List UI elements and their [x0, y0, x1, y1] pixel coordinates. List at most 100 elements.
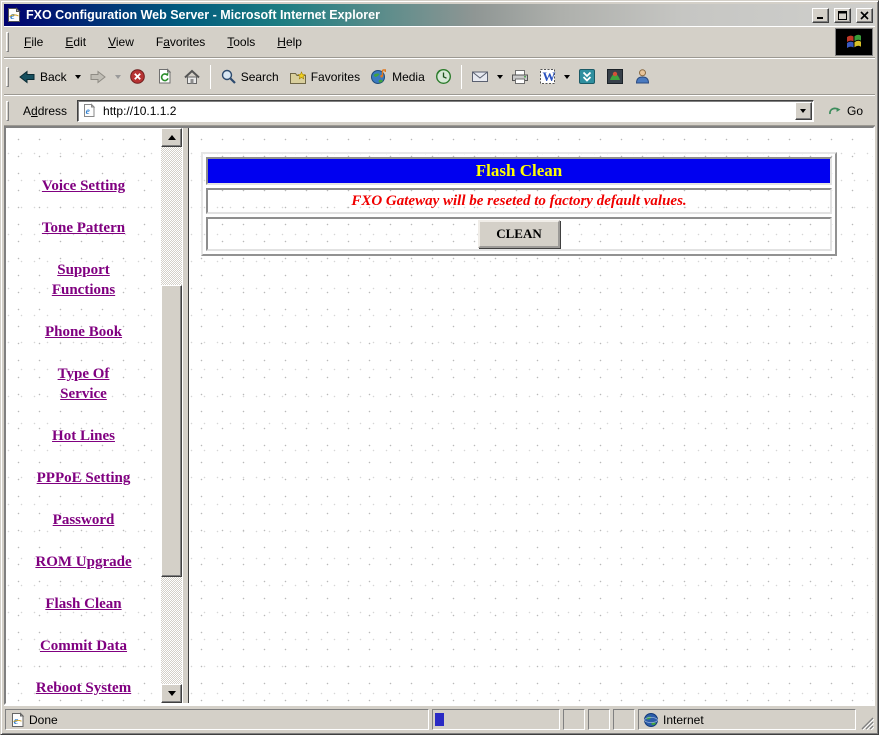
sidebar-nav-item: Flash Clean	[10, 594, 157, 614]
scrollbar-track[interactable]	[161, 147, 182, 684]
mail-dropdown[interactable]	[494, 62, 506, 92]
resize-grip-icon	[861, 717, 874, 730]
sidebar-nav-item: Reboot System	[10, 678, 157, 698]
address-combo: e	[77, 99, 814, 122]
go-button[interactable]: Go	[819, 98, 871, 123]
rebar-grip[interactable]	[6, 66, 9, 87]
home-button[interactable]	[178, 62, 206, 92]
back-button[interactable]: Back	[13, 62, 72, 92]
progress-pane	[432, 709, 560, 730]
scrollbar-thumb[interactable]	[161, 285, 182, 577]
print-button[interactable]	[506, 62, 534, 92]
rebar-grip[interactable]	[6, 32, 9, 52]
panel-warning-text: FXO Gateway will be reseted to factory d…	[206, 188, 832, 214]
home-icon	[184, 69, 200, 84]
windows-flag-icon	[847, 34, 861, 48]
go-label: Go	[846, 103, 863, 118]
forward-arrow-icon	[90, 69, 106, 84]
address-input[interactable]	[101, 101, 790, 120]
search-button[interactable]: Search	[215, 62, 284, 92]
back-dropdown[interactable]	[72, 62, 84, 92]
sidebar-link[interactable]: Flash Clean	[45, 596, 121, 612]
address-bar: Address e Go	[4, 95, 875, 126]
rebar-grip[interactable]	[6, 100, 9, 121]
sidebar-nav-item: Phone Book	[10, 322, 157, 342]
sidebar-nav-item: Support Functions	[10, 260, 157, 300]
sidebar-link[interactable]: ROM Upgrade	[35, 554, 131, 570]
forward-dropdown[interactable]	[112, 62, 124, 92]
menu-item[interactable]: Help	[266, 30, 313, 54]
sidebar-link[interactable]: Voice Setting	[42, 178, 125, 194]
security-zone-pane: Internet	[638, 709, 856, 730]
sidebar-nav-item: PPPoE Setting	[10, 468, 157, 488]
dropdown-arrow-icon	[563, 74, 570, 79]
resize-grip[interactable]	[859, 709, 874, 730]
refresh-icon	[158, 68, 171, 84]
media-button[interactable]: Media	[365, 62, 430, 92]
scroll-down-button[interactable]	[161, 684, 182, 703]
flash-clean-panel: Flash Clean FXO Gateway will be reseted …	[201, 152, 837, 256]
sidebar-link[interactable]: Tone Pattern	[42, 220, 125, 236]
close-icon	[860, 10, 869, 20]
menu-item[interactable]: Tools	[216, 30, 266, 54]
edit-button[interactable]: W	[534, 62, 561, 92]
clean-button[interactable]: CLEAN	[478, 220, 560, 248]
sidebar-link[interactable]: PPPoE Setting	[37, 470, 131, 486]
stop-button[interactable]	[124, 62, 151, 92]
minimize-icon	[817, 16, 823, 19]
menu-item[interactable]: View	[97, 30, 145, 54]
favorites-button[interactable]: Favorites	[284, 62, 365, 92]
dropdown-arrow-icon	[114, 74, 121, 79]
msn-button[interactable]	[601, 62, 629, 92]
address-dropdown-button[interactable]	[794, 101, 812, 120]
minimize-button[interactable]	[812, 7, 829, 23]
mail-button[interactable]	[466, 62, 494, 92]
close-button[interactable]	[856, 7, 873, 23]
favorites-folder-star-icon	[289, 70, 306, 84]
title-bar[interactable]: e FXO Configuration Web Server - Microso…	[4, 4, 875, 26]
sidebar-nav-item: Hot Lines	[10, 426, 157, 446]
page-icon: e	[84, 103, 96, 117]
navigation-frame: Voice Setting Tone Pattern Support Funct…	[6, 128, 182, 703]
sidebar-link[interactable]: Phone Book	[45, 324, 122, 340]
zone-text: Internet	[663, 712, 704, 727]
messenger-button[interactable]	[629, 62, 656, 92]
sidebar-nav-item: Type Of Service	[10, 364, 157, 404]
search-magnifier-icon	[221, 69, 236, 84]
chevron-panel-icon	[578, 69, 595, 84]
status-pane-small	[563, 709, 585, 730]
printer-icon	[511, 69, 528, 84]
status-pane-small	[613, 709, 635, 730]
status-message-pane: e Done	[5, 709, 429, 730]
sidebar-link[interactable]: Commit Data	[40, 638, 127, 654]
search-label: Search	[240, 69, 279, 84]
sidebar-link[interactable]: Hot Lines	[52, 428, 115, 444]
sidebar-scrollbar[interactable]	[161, 128, 182, 703]
window-title: FXO Configuration Web Server - Microsoft…	[26, 8, 380, 22]
menu-item[interactable]: Edit	[54, 30, 97, 54]
media-globe-note-icon	[371, 69, 387, 84]
menu-item[interactable]: File	[13, 30, 54, 54]
sidebar-link[interactable]: Support Functions	[52, 262, 115, 298]
forward-button[interactable]	[84, 62, 112, 92]
sidebar-nav-item: Commit Data	[10, 636, 157, 656]
dropdown-arrow-icon	[496, 74, 503, 79]
maximize-button[interactable]	[834, 7, 851, 23]
back-arrow-icon	[19, 69, 35, 84]
refresh-button[interactable]	[151, 62, 178, 92]
menu-item[interactable]: Favorites	[145, 30, 216, 54]
edit-dropdown[interactable]	[561, 62, 573, 92]
main-frame: Flash Clean FXO Gateway will be reseted …	[189, 128, 873, 703]
stop-icon	[129, 69, 145, 84]
sidebar-link[interactable]: Type Of Service	[58, 366, 110, 402]
status-bar: e Done Internet	[4, 705, 875, 731]
sidebar-link[interactable]: Password	[53, 512, 115, 528]
frame-divider[interactable]	[182, 128, 189, 703]
chevron-panel-button[interactable]	[573, 62, 601, 92]
sidebar-link[interactable]: Reboot System	[36, 680, 131, 696]
history-button[interactable]	[430, 62, 457, 92]
ie-page-icon: e	[8, 7, 21, 22]
toolbar-separator	[209, 64, 211, 89]
history-clock-icon	[435, 68, 451, 85]
scroll-up-button[interactable]	[161, 128, 182, 147]
